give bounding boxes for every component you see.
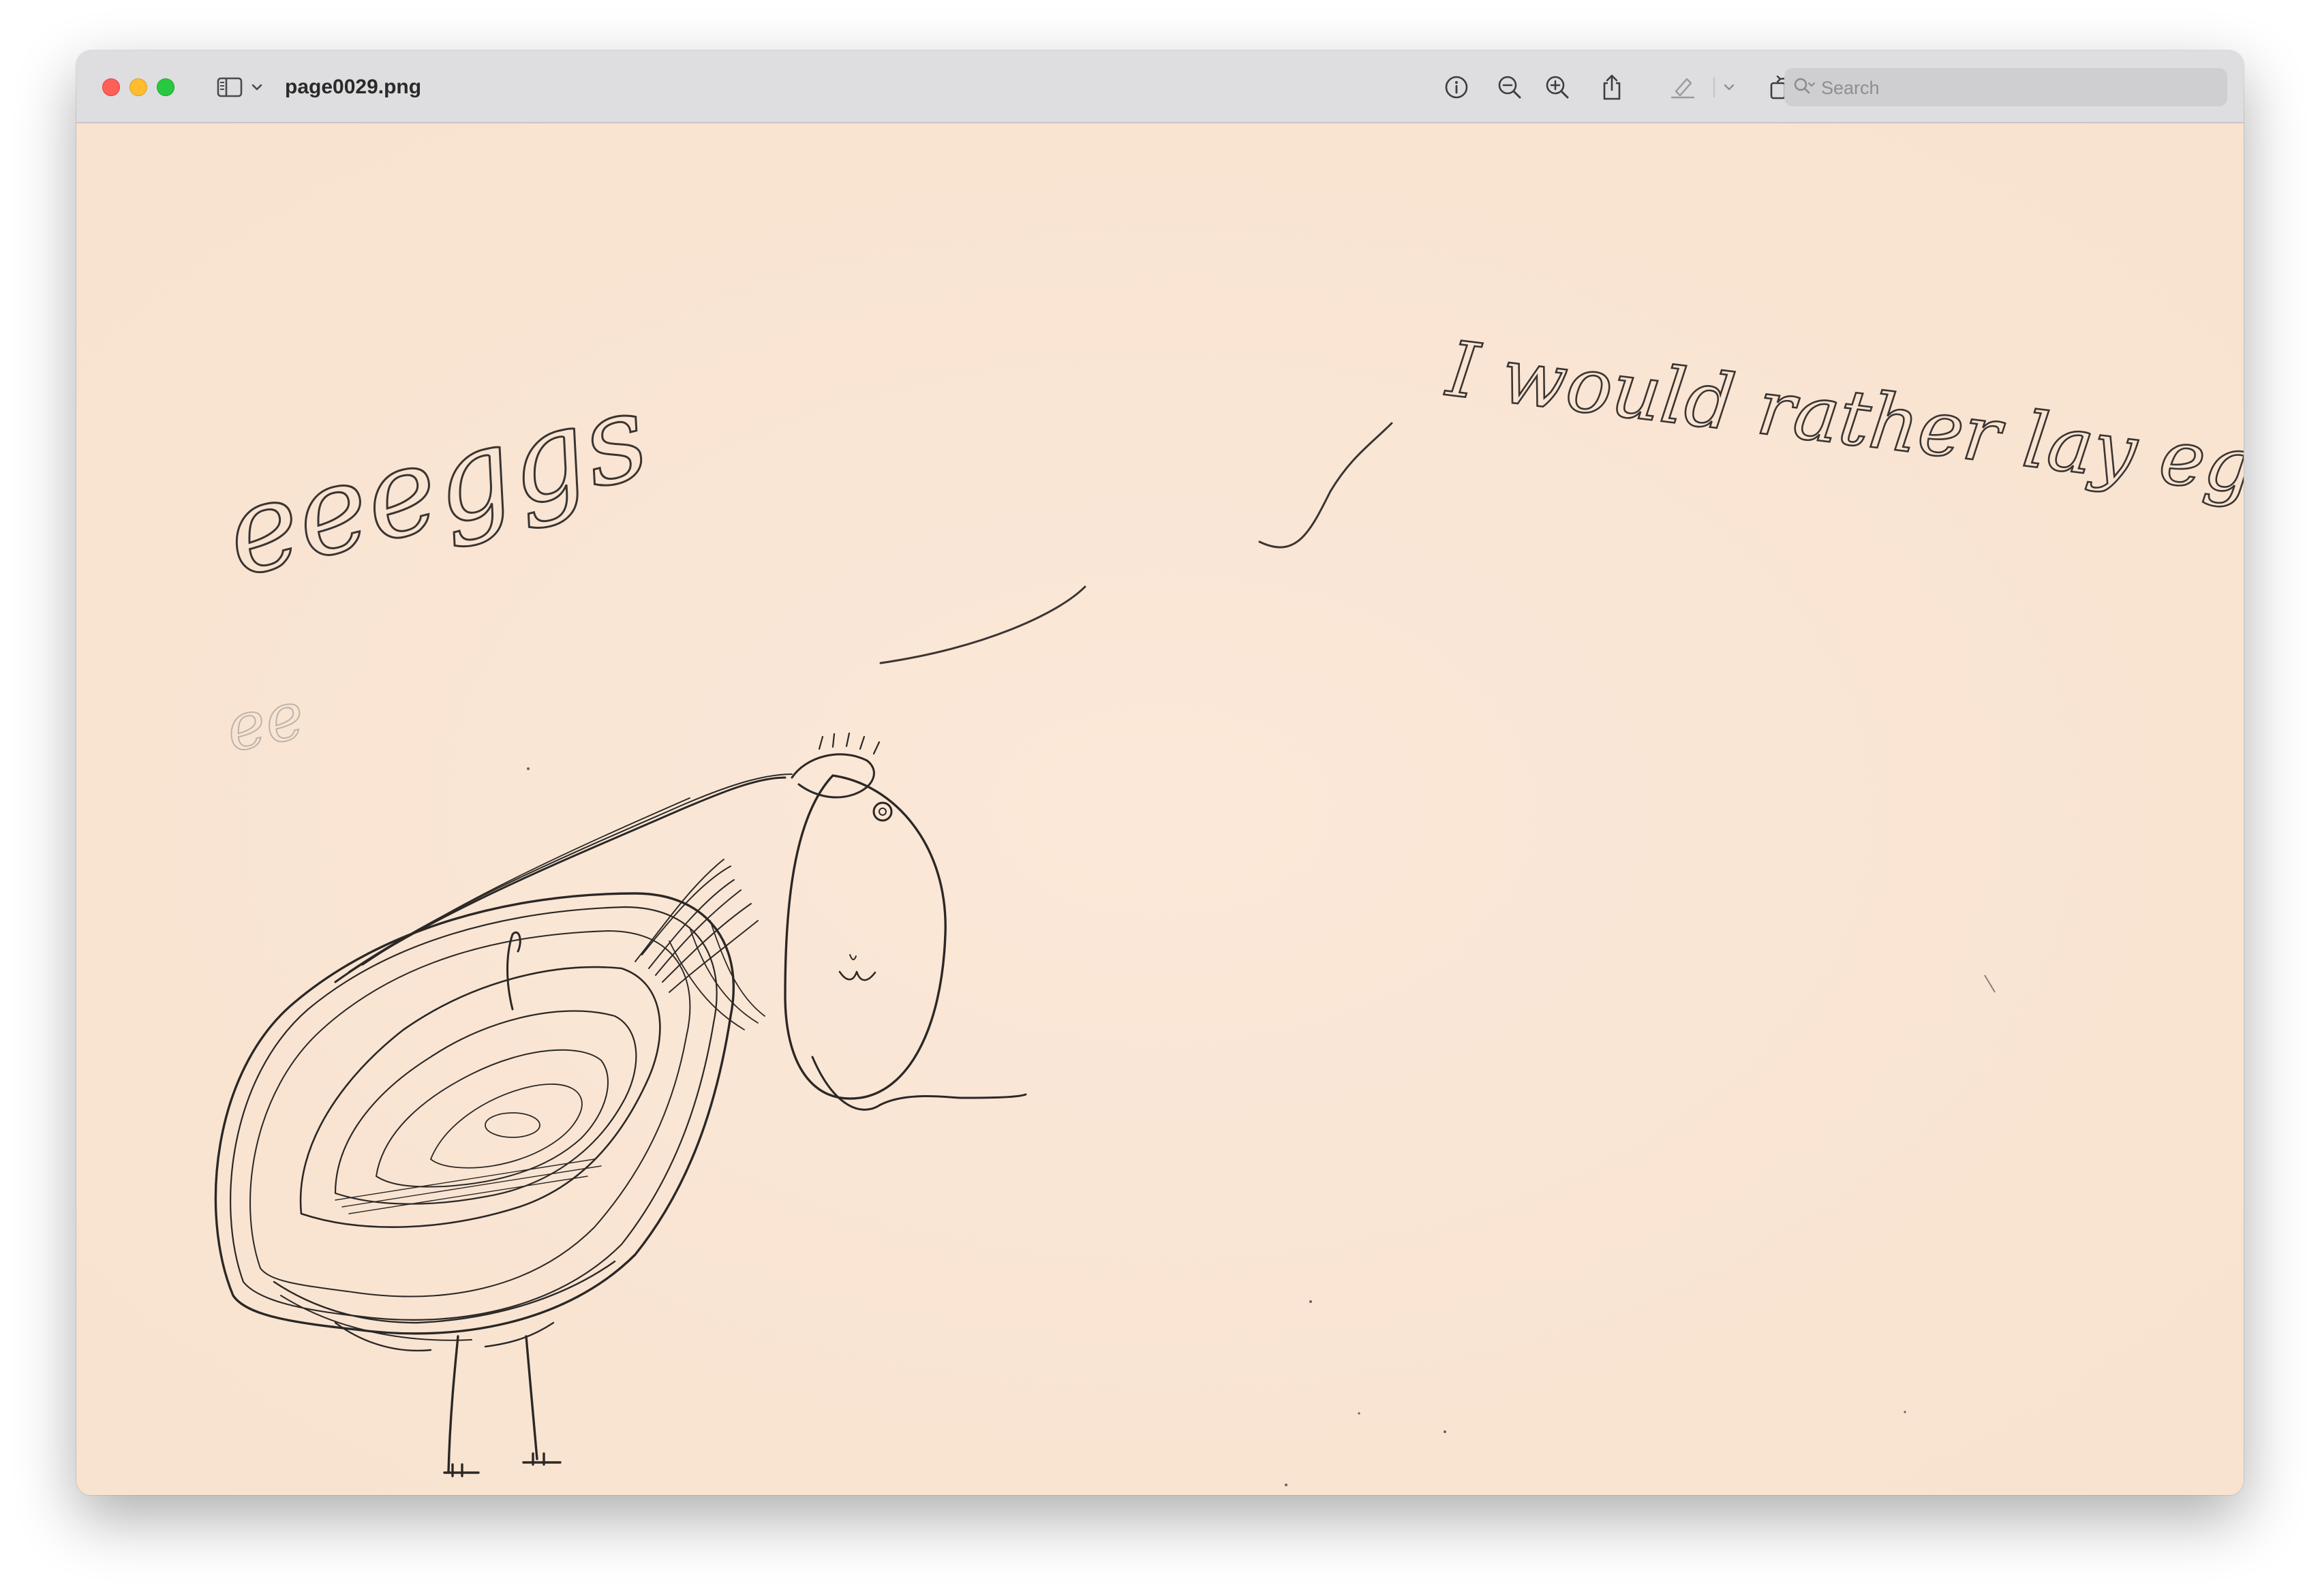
chevron-down-icon: [251, 84, 262, 91]
search-input[interactable]: [1820, 72, 2218, 104]
search-field[interactable]: [1784, 68, 2227, 106]
document-canvas: eeeggs ee I would rather lay eggs: [76, 123, 2244, 1495]
toolbar-divider: [1713, 77, 1715, 97]
highlight-button[interactable]: [1666, 71, 1700, 104]
share-button[interactable]: [1595, 71, 1629, 104]
fullscreen-window-button[interactable]: [157, 78, 174, 96]
document-title: page0029.png: [285, 76, 422, 98]
minimize-window-button[interactable]: [129, 78, 147, 96]
chevron-down-icon: [1724, 84, 1735, 91]
zoom-in-icon: [1546, 76, 1569, 99]
highlight-menu-button[interactable]: [1722, 71, 1737, 104]
search-icon: [1794, 78, 1815, 94]
sidebar-toggle-button[interactable]: [213, 71, 247, 104]
handwriting-faint-ee: ee: [219, 676, 310, 767]
preview-window: page0029.png Search eeeggs ee I would ra…: [76, 50, 2244, 1495]
zoom-out-button[interactable]: [1493, 71, 1527, 104]
highlighter-icon: [1670, 78, 1695, 99]
share-icon: [1603, 74, 1621, 100]
title-bar: page0029.png: [76, 50, 2244, 123]
info-icon: [1445, 76, 1468, 99]
zoom-in-button[interactable]: [1540, 71, 1574, 104]
scanned-drawing: eeeggs ee I would rather lay eggs: [76, 123, 2244, 1495]
info-button[interactable]: [1439, 71, 1474, 104]
sidebar-icon: [217, 77, 243, 97]
sidebar-menu-button[interactable]: [249, 71, 264, 104]
zoom-out-icon: [1498, 76, 1521, 99]
close-window-button[interactable]: [102, 78, 120, 96]
